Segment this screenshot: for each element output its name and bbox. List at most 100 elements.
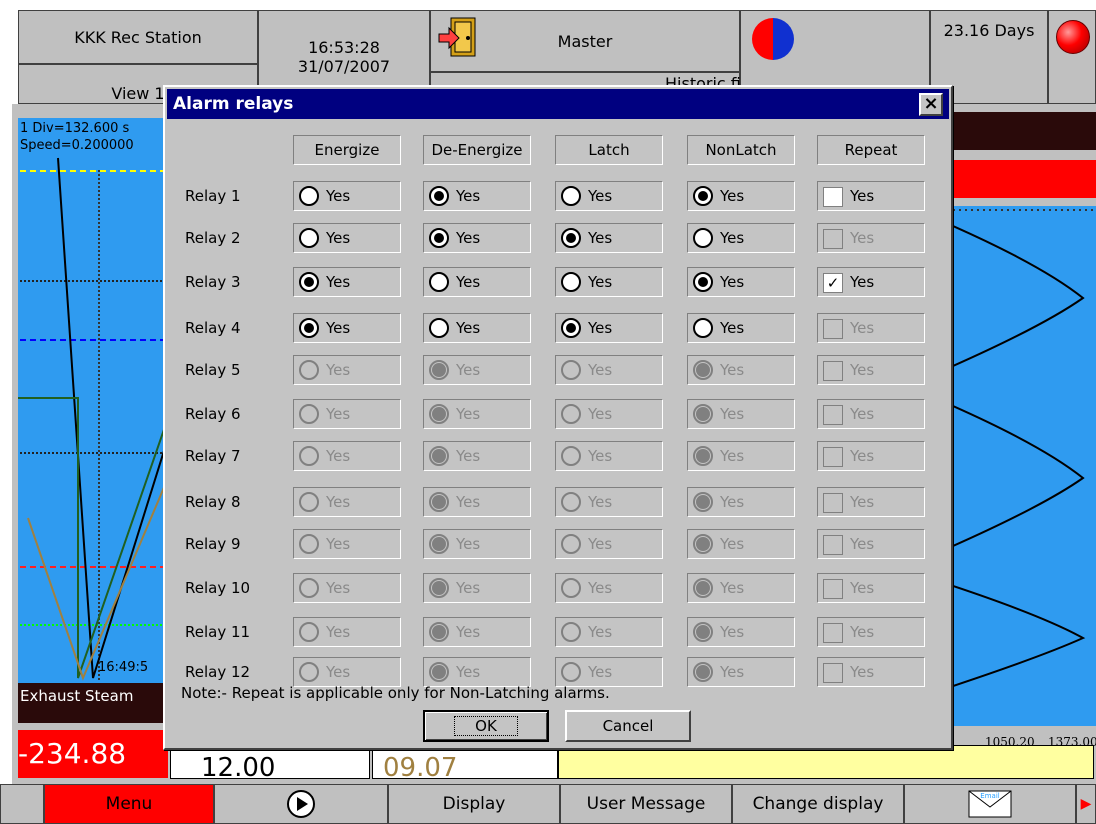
bottom-left-button[interactable] — [0, 784, 44, 824]
cancel-button[interactable]: Cancel — [565, 710, 691, 742]
repeat-checkbox[interactable] — [823, 187, 843, 207]
option-label: Yes — [456, 623, 481, 641]
radio-button[interactable] — [429, 272, 449, 292]
user-message-label: User Message — [586, 794, 706, 814]
option-label: Yes — [850, 273, 875, 291]
radio-button — [693, 662, 713, 682]
relay-nonlatch-option: Yes — [687, 529, 795, 559]
relay-repeat-option: Yes — [817, 399, 925, 429]
relay-nonlatch-option[interactable]: Yes — [687, 313, 795, 343]
option-label: Yes — [326, 447, 351, 465]
station-name: KKK Rec Station — [18, 10, 258, 64]
display-button[interactable]: Display — [388, 784, 560, 824]
option-label: Yes — [850, 623, 875, 641]
radio-button[interactable] — [561, 272, 581, 292]
relay-latch-option[interactable]: Yes — [555, 267, 663, 297]
option-label: Yes — [456, 663, 481, 681]
col-repeat: Repeat — [817, 135, 925, 165]
relay-nonlatch-option[interactable]: Yes — [687, 223, 795, 253]
relay-nonlatch-option[interactable]: Yes — [687, 267, 795, 297]
relay-repeat-option[interactable]: Yes — [817, 181, 925, 211]
option-label: Yes — [456, 579, 481, 597]
relay-de-energize-option[interactable]: Yes — [423, 223, 531, 253]
relay-latch-option[interactable]: Yes — [555, 313, 663, 343]
relay-repeat-option[interactable]: ✓ Yes — [817, 267, 925, 297]
email-icon-text: Email — [980, 792, 999, 800]
repeat-checkbox — [823, 319, 843, 339]
radio-button[interactable] — [561, 318, 581, 338]
radio-button[interactable] — [299, 272, 319, 292]
view-label: View 1 — [111, 84, 165, 103]
radio-button[interactable] — [693, 228, 713, 248]
value-box-2: 12.00 — [170, 745, 370, 779]
relay-energize-option[interactable]: Yes — [293, 313, 401, 343]
close-button[interactable]: × — [919, 93, 943, 116]
option-label: Yes — [326, 579, 351, 597]
col-latch-label: Latch — [588, 141, 630, 159]
option-label: Yes — [850, 405, 875, 423]
option-label: Yes — [588, 535, 613, 553]
alarm-led-icon[interactable] — [1056, 20, 1090, 54]
radio-button[interactable] — [429, 186, 449, 206]
uptime-value: 23.16 Days — [943, 21, 1035, 40]
relay-de-energize-option[interactable]: Yes — [423, 313, 531, 343]
option-label: Yes — [850, 447, 875, 465]
relay-energize-option[interactable]: Yes — [293, 267, 401, 297]
option-label: Yes — [720, 493, 745, 511]
option-label: Yes — [588, 361, 613, 379]
change-display-button[interactable]: Change display — [732, 784, 904, 824]
relay-latch-option[interactable]: Yes — [555, 223, 663, 253]
radio-button[interactable] — [429, 228, 449, 248]
radio-button — [561, 662, 581, 682]
radio-button[interactable] — [561, 186, 581, 206]
status-pie-icon — [750, 16, 796, 62]
radio-button[interactable] — [429, 318, 449, 338]
option-label: Yes — [326, 493, 351, 511]
option-label: Yes — [456, 273, 481, 291]
relay-de-energize-option[interactable]: Yes — [423, 181, 531, 211]
option-label: Yes — [588, 187, 613, 205]
radio-button[interactable] — [693, 272, 713, 292]
radio-button — [429, 492, 449, 512]
relay-de-energize-option: Yes — [423, 573, 531, 603]
scale-min: 1050.20 — [985, 735, 1035, 749]
relay-energize-option: Yes — [293, 529, 401, 559]
repeat-checkbox[interactable]: ✓ — [823, 273, 843, 293]
repeat-checkbox — [823, 229, 843, 249]
email-button[interactable]: Email — [904, 784, 1076, 824]
user-message-button[interactable]: User Message — [560, 784, 732, 824]
relay-energize-option[interactable]: Yes — [293, 181, 401, 211]
ok-button[interactable]: OK — [423, 710, 549, 742]
relay-de-energize-option[interactable]: Yes — [423, 267, 531, 297]
relay-latch-option[interactable]: Yes — [555, 181, 663, 211]
option-label: Yes — [326, 229, 351, 247]
relay-label: Relay 3 — [185, 273, 241, 291]
radio-button[interactable] — [693, 318, 713, 338]
note-text: Note:- Repeat is applicable only for Non… — [181, 684, 610, 702]
relay-energize-option[interactable]: Yes — [293, 223, 401, 253]
repeat-checkbox — [823, 361, 843, 381]
dialog-title-bar[interactable]: Alarm relays × — [167, 89, 949, 119]
play-button[interactable] — [214, 784, 388, 824]
radio-button[interactable] — [561, 228, 581, 248]
option-label: Yes — [588, 623, 613, 641]
relay-repeat-option: Yes — [817, 487, 925, 517]
channel-tag[interactable]: Exhaust Steam — [18, 683, 168, 723]
radio-button — [693, 360, 713, 380]
radio-button[interactable] — [299, 228, 319, 248]
menu-button[interactable]: Menu — [44, 784, 214, 824]
relay-nonlatch-option[interactable]: Yes — [687, 181, 795, 211]
menu-label: Menu — [105, 794, 153, 814]
relay-de-energize-option: Yes — [423, 399, 531, 429]
radio-button — [561, 404, 581, 424]
radio-button[interactable] — [299, 186, 319, 206]
alarm-relays-dialog: Alarm relays × Energize De-Energize Latc… — [163, 85, 953, 750]
radio-button[interactable] — [693, 186, 713, 206]
value2: 12.00 — [201, 753, 276, 779]
arrow-right-icon[interactable]: ▶ — [1076, 784, 1096, 824]
option-label: Yes — [850, 579, 875, 597]
exit-door-icon[interactable] — [435, 14, 481, 60]
radio-button[interactable] — [299, 318, 319, 338]
option-label: Yes — [720, 319, 745, 337]
relay-repeat-option: Yes — [817, 529, 925, 559]
